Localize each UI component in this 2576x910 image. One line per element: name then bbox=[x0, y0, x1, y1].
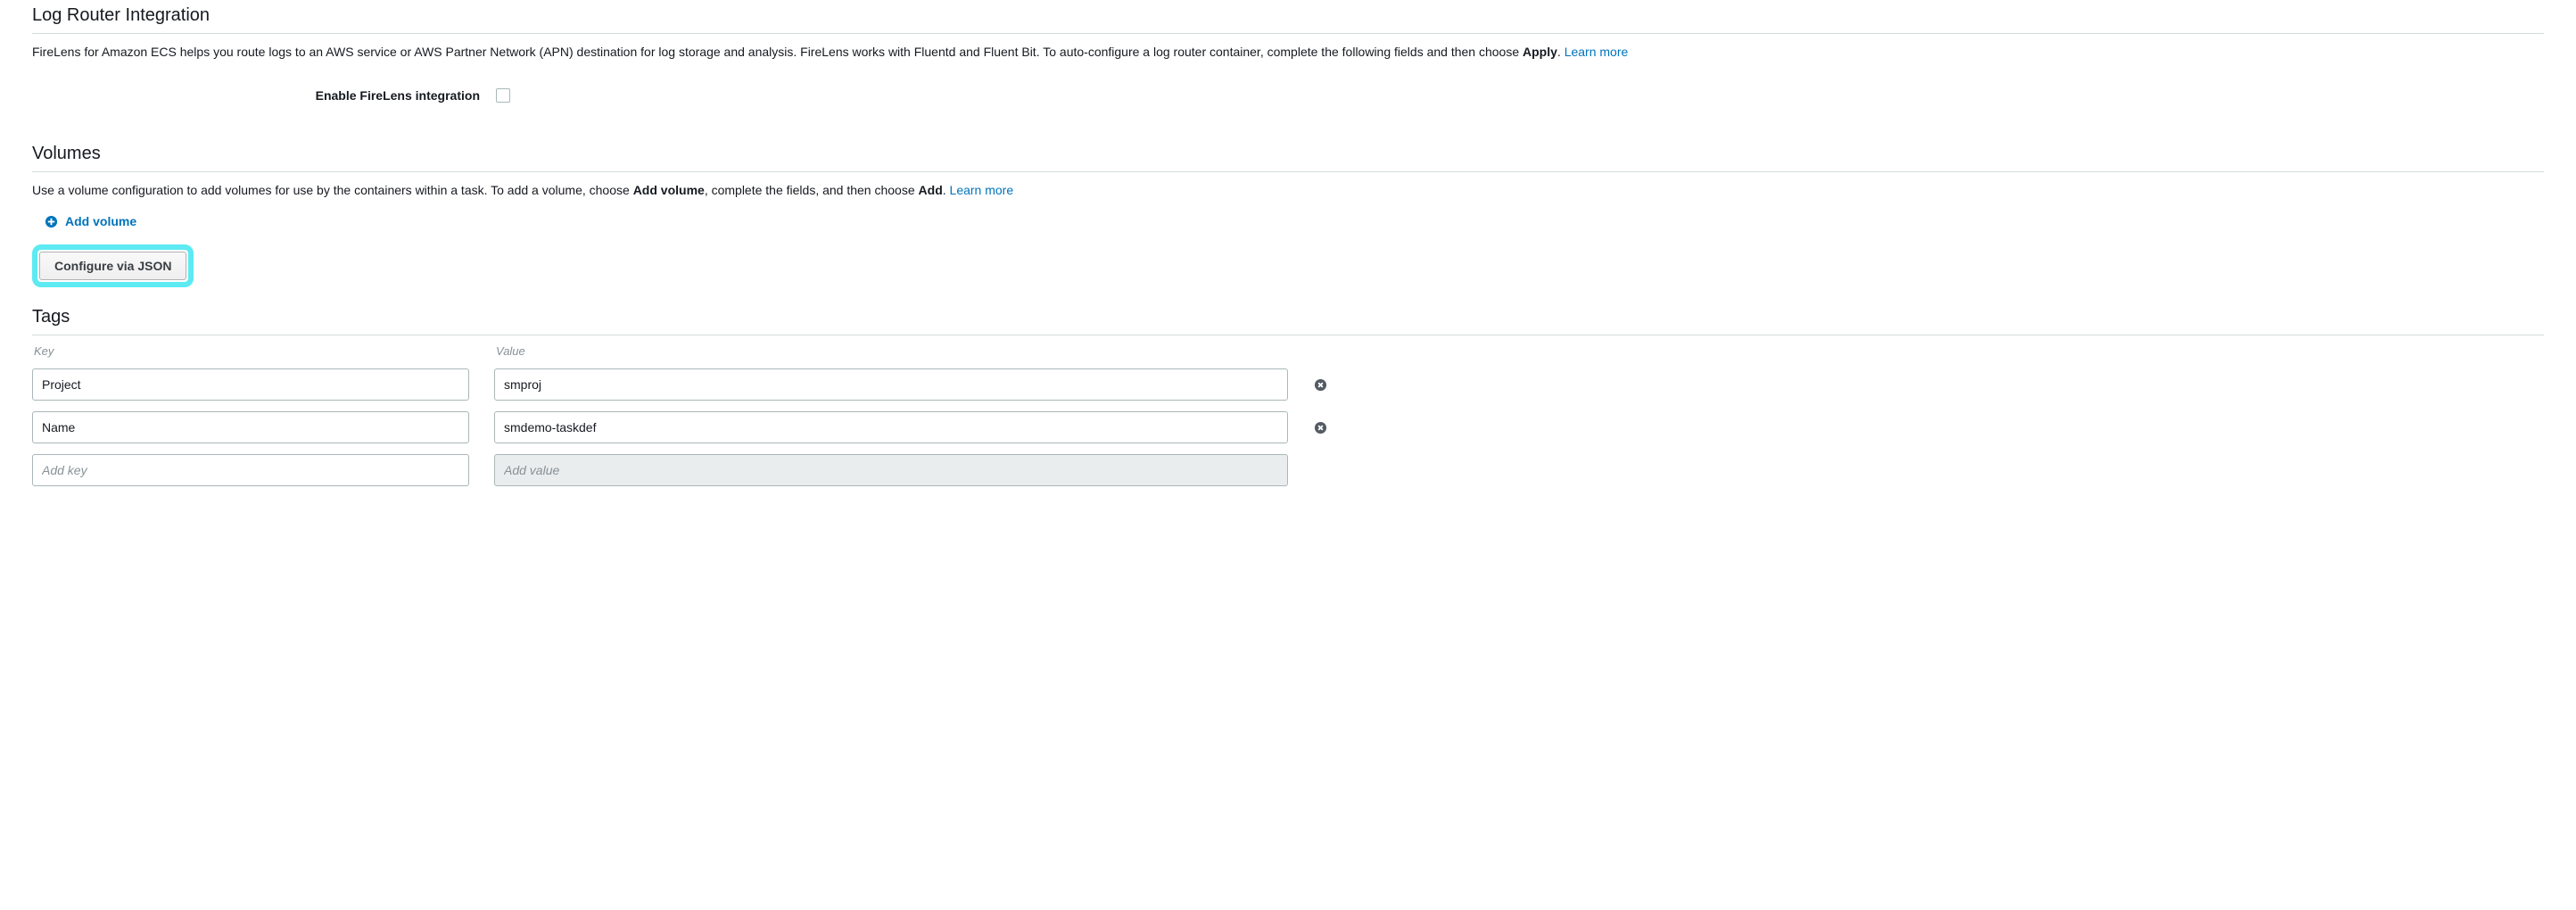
tags-section: Tags Key Value bbox=[32, 302, 2544, 486]
tag-key-input[interactable] bbox=[32, 411, 469, 443]
log-router-description: FireLens for Amazon ECS helps you route … bbox=[32, 43, 2544, 62]
enable-firelens-checkbox[interactable] bbox=[496, 88, 510, 103]
tag-key-input[interactable] bbox=[32, 368, 469, 401]
tags-key-header: Key bbox=[32, 344, 469, 358]
tags-grid: Key Value bbox=[32, 344, 2544, 486]
log-router-desc-trail: . bbox=[1557, 45, 1565, 59]
tag-value-input[interactable] bbox=[494, 411, 1288, 443]
volumes-desc-text2: , complete the fields, and then choose bbox=[705, 183, 919, 197]
enable-firelens-label: Enable FireLens integration bbox=[32, 88, 496, 103]
volumes-desc-bold1: Add volume bbox=[633, 183, 705, 197]
plus-circle-icon bbox=[45, 215, 58, 228]
tag-value-input[interactable] bbox=[494, 368, 1288, 401]
tags-value-header: Value bbox=[494, 344, 1288, 358]
log-router-desc-text: FireLens for Amazon ECS helps you route … bbox=[32, 45, 1523, 59]
enable-firelens-row: Enable FireLens integration bbox=[32, 88, 2544, 103]
volumes-section: Volumes Use a volume configuration to ad… bbox=[32, 138, 2544, 300]
log-router-section: Log Router Integration FireLens for Amaz… bbox=[32, 0, 2544, 103]
volumes-desc-bold2: Add bbox=[919, 183, 943, 197]
remove-tag-icon[interactable] bbox=[1313, 420, 1327, 434]
volumes-title: Volumes bbox=[32, 138, 2544, 172]
tags-header-spacer bbox=[1313, 351, 1349, 352]
tags-title: Tags bbox=[32, 302, 2544, 335]
add-tag-key-input[interactable] bbox=[32, 454, 469, 486]
volumes-description: Use a volume configuration to add volume… bbox=[32, 181, 2544, 200]
remove-tag-icon[interactable] bbox=[1313, 377, 1327, 392]
log-router-desc-bold: Apply bbox=[1523, 45, 1557, 59]
volumes-learn-more-link[interactable]: Learn more bbox=[950, 183, 1014, 197]
volumes-desc-text3: . bbox=[943, 183, 950, 197]
add-volume-button[interactable]: Add volume bbox=[45, 214, 2544, 228]
log-router-title: Log Router Integration bbox=[32, 0, 2544, 34]
add-volume-label: Add volume bbox=[65, 214, 136, 228]
configure-json-highlight: Configure via JSON bbox=[32, 244, 194, 287]
volumes-desc-text1: Use a volume configuration to add volume… bbox=[32, 183, 633, 197]
add-row-spacer bbox=[1313, 470, 1349, 471]
configure-via-json-button[interactable]: Configure via JSON bbox=[39, 252, 186, 280]
add-tag-value-input bbox=[494, 454, 1288, 486]
log-router-learn-more-link[interactable]: Learn more bbox=[1565, 45, 1629, 59]
